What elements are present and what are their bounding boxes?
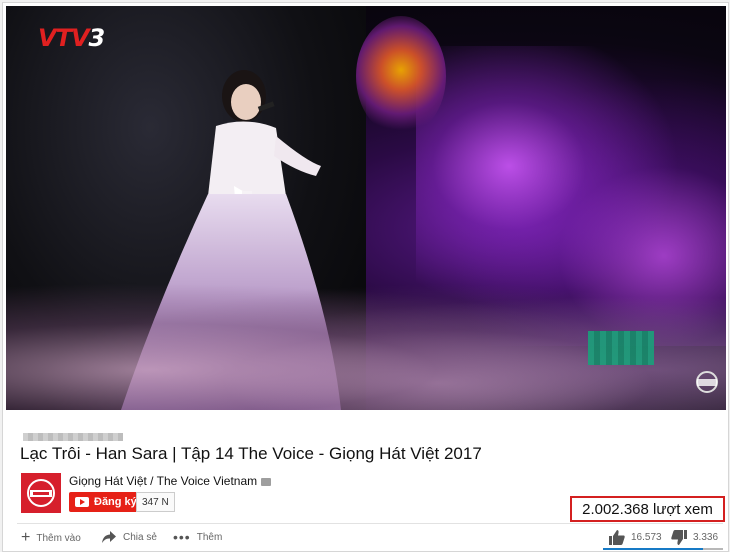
dislike-button[interactable]: 3.336	[671, 530, 718, 545]
subscribe-label: Đăng ký	[94, 496, 137, 508]
view-count-highlight: 2.002.368 lượt xem	[570, 496, 725, 522]
view-count: 2.002.368 lượt xem	[582, 500, 713, 518]
thumbs-down-icon	[671, 530, 687, 545]
add-icon: +	[21, 529, 31, 546]
more-button[interactable]: ••• Thêm	[173, 530, 222, 544]
video-player[interactable]: VTV3	[6, 6, 726, 410]
the-voice-logo-icon	[21, 473, 61, 513]
subscriber-count: 347 N	[136, 492, 175, 512]
like-ratio-fill	[603, 548, 703, 550]
like-dislike-bar	[603, 548, 723, 550]
video-title: Lạc Trôi - Han Sara | Tập 14 The Voice -…	[20, 444, 482, 463]
channel-name[interactable]: Giọng Hát Việt / The Voice Vietnam	[69, 474, 272, 488]
share-icon	[102, 531, 116, 543]
verified-icon	[261, 477, 272, 486]
divider	[17, 523, 723, 524]
blurred-overlay	[588, 331, 654, 365]
add-to-button[interactable]: + Thêm vào	[21, 530, 81, 546]
subscribe-button[interactable]: Đăng ký	[69, 492, 144, 512]
like-button[interactable]: 16.573	[609, 530, 662, 545]
the-voice-watermark	[696, 371, 718, 393]
more-icon: •••	[173, 529, 191, 545]
thumbs-up-icon	[609, 530, 625, 545]
share-button[interactable]: Chia sẻ	[101, 530, 157, 544]
youtube-video-page: VTV3 Lạc Trôi - Han Sara | Tập 14 The Vo…	[2, 2, 729, 552]
hashtag-placeholder	[23, 433, 123, 441]
channel-avatar[interactable]	[21, 473, 61, 513]
youtube-icon	[75, 497, 89, 507]
vtv3-logo: VTV3	[38, 24, 105, 52]
stage-light-swirl	[356, 16, 446, 136]
